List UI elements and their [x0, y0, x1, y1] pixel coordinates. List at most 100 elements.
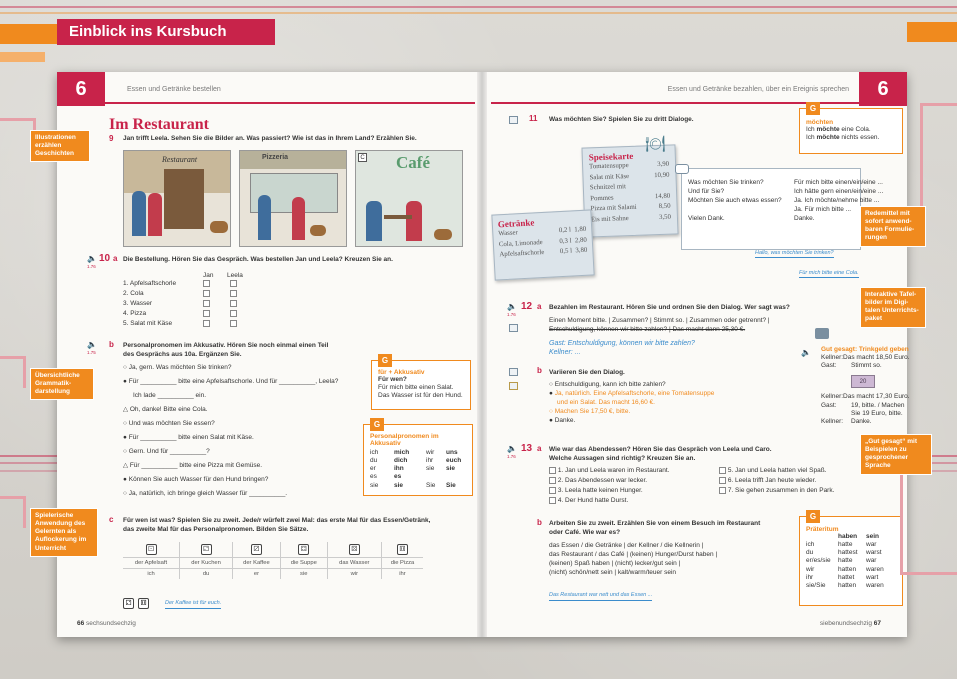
decor-stripe — [0, 12, 957, 14]
menu-item-price: 3,50 — [658, 213, 672, 221]
gut-gesagt-title: Gut gesagt: Trinkgeld geben — [821, 346, 909, 353]
checkbox[interactable] — [203, 290, 210, 297]
table-cell — [446, 473, 461, 481]
audio-icon[interactable]: 🔈 — [507, 444, 517, 453]
table-cell: waren — [866, 565, 884, 573]
table-cell: ich — [123, 568, 180, 579]
checkbox[interactable] — [230, 280, 237, 287]
list-item: 5. Salat mit Käse — [123, 320, 237, 330]
table-row: haben sein — [806, 533, 884, 541]
checkbox[interactable] — [549, 477, 556, 484]
dialogue-phrase: Vielen Dank. — [688, 215, 725, 222]
table-cell: hattest — [838, 549, 858, 557]
list-item-label: 2. Cola — [123, 290, 144, 297]
dialogue-phrase — [688, 206, 782, 215]
table-row: ich hatte war — [806, 541, 884, 549]
statement-text: 3. Leela hatte keinen Hunger. — [557, 487, 643, 495]
checkbox[interactable] — [549, 467, 556, 474]
exercise-letter: a — [537, 302, 542, 311]
checkbox[interactable] — [719, 487, 726, 494]
callout-redemittel: Redemittel mit sofort anwend-baren Formu… — [860, 206, 926, 247]
audio-icon[interactable]: 🔈 — [87, 254, 97, 263]
table-row: wir hatten waren — [806, 566, 884, 574]
checkbox[interactable] — [203, 320, 210, 327]
list-item: 2. Cola — [123, 290, 237, 300]
table-cell: Sie — [446, 481, 456, 489]
illustration-cafe: C Café — [355, 150, 463, 247]
person-figure — [366, 201, 382, 241]
statements-left: 1. Jan und Leela waren im Restaurant. 2.… — [549, 467, 669, 507]
checkbox[interactable] — [203, 300, 210, 307]
dice-one-icon: ⚀ — [145, 544, 157, 555]
table-cell: sie — [446, 465, 456, 473]
table-cell: die Suppe — [279, 557, 328, 569]
grammar-line: Ich möchte nichts essen. — [806, 134, 896, 142]
callout-connector — [0, 356, 26, 388]
checkbox[interactable] — [230, 300, 237, 307]
audio-icon[interactable]: 🔈 — [801, 348, 811, 357]
table-cell: du — [806, 549, 814, 557]
dialogue-text: Entschuldigung, kann ich bitte zahlen? — [554, 381, 666, 388]
speaker-label: Kellner: — [821, 393, 844, 401]
statement-text: 6. Leela trifft Jan heute wieder. — [727, 477, 817, 485]
praeteritum-table: haben sein ich hatte war du hattest warst er/… — [806, 533, 884, 590]
table-cell: uns — [446, 449, 458, 456]
dialogue-row: Kellner: Das macht 18,50 Euro. — [821, 354, 910, 362]
grammar-title: möchten — [806, 119, 834, 126]
grammar-text: Ich — [806, 134, 817, 142]
table-cell: hatte — [838, 557, 853, 565]
dialogue-phrase: Ich hätte gern einen/ein/eine ... — [794, 188, 884, 195]
dialogue-text: Können Sie auch Wasser für den Hund brin… — [128, 476, 269, 483]
whiteboard-icon[interactable] — [509, 368, 518, 376]
exercise-letter: c — [109, 515, 114, 524]
exercise-instruction: das zweite Mal für das Personalpronomen.… — [123, 526, 309, 533]
table-cell: sein — [866, 533, 880, 540]
exercise-instruction: Was möchten Sie? Spielen Sie zu dritt Di… — [549, 116, 694, 123]
table-row: ich mich wir uns — [370, 449, 461, 457]
example-speech-bubble: Das Restaurant war nett und das Essen ..… — [549, 592, 653, 601]
cafe-sign: Café — [396, 153, 430, 172]
list-item: 3. Wasser — [123, 300, 237, 310]
checkbox[interactable] — [549, 487, 556, 494]
dialogue-phrase-box: Was möchten Sie trinken? Und für Sie? Mö… — [675, 164, 883, 250]
list-item-label: 1. Apfelsaftschorle — [123, 280, 177, 287]
audio-icon[interactable]: 🔈 — [507, 302, 517, 311]
checkbox[interactable] — [203, 310, 210, 317]
whiteboard-icon[interactable] — [509, 116, 518, 124]
person-figure — [132, 191, 146, 236]
checkbox[interactable] — [719, 477, 726, 484]
speaker-label — [821, 410, 851, 418]
order-checklist: 1. Apfelsaftschorle 2. Cola 3. Wasser 4.… — [123, 280, 237, 330]
checkbox[interactable] — [203, 280, 210, 287]
checkbox[interactable] — [230, 310, 237, 317]
table-cell: du — [179, 568, 233, 579]
page-title: Im Restaurant — [109, 116, 209, 133]
menu-item-size: 0,5 l — [559, 247, 573, 256]
menu-item-size: 0,2 l — [558, 226, 572, 235]
person-figure — [258, 195, 271, 240]
video-icon[interactable] — [509, 382, 518, 390]
checkbox[interactable] — [719, 467, 726, 474]
callout-connector — [0, 496, 26, 528]
statement-text: 7. Sie gehen zusammen in den Park. — [727, 487, 835, 495]
statements-right: 5. Jan und Leela hatten viel Spaß. 6. Le… — [719, 467, 834, 497]
checkbox[interactable] — [230, 290, 237, 297]
dialogue-text: Stimmt so. — [851, 362, 882, 370]
callout-connector — [920, 103, 957, 213]
table-cell: sie/Sie — [806, 581, 826, 589]
word-pool-line: (nicht) schön/nett sein | kalt/warm/teue… — [549, 569, 677, 576]
table-cell: mich — [394, 449, 410, 456]
menu-item-name: Apfelsaftschorle — [499, 249, 545, 259]
audio-icon[interactable]: 🔈 — [87, 340, 97, 349]
checkbox[interactable] — [549, 497, 556, 504]
list-item-label: 5. Salat mit Käse — [123, 320, 173, 327]
table-row: ⚀ ⚁ ⚂ ⚃ ⚄ ⚅ — [123, 542, 423, 558]
example-speech-bubble: Der Kaffee ist für euch. — [165, 600, 222, 609]
speech-bubble-icon — [815, 328, 829, 339]
dice-table: ⚀ ⚁ ⚂ ⚃ ⚄ ⚅ der Apfelsaft der Kuchen der… — [123, 542, 423, 579]
grammar-text: nichts essen. — [839, 134, 880, 142]
whiteboard-icon[interactable] — [509, 324, 518, 332]
exercise-instruction: Wie war das Abendessen? Hören Sie das Ge… — [549, 446, 772, 453]
checkbox[interactable] — [230, 320, 237, 327]
table-row: der Apfelsaft der Kuchen der Kaffee die … — [123, 557, 423, 569]
